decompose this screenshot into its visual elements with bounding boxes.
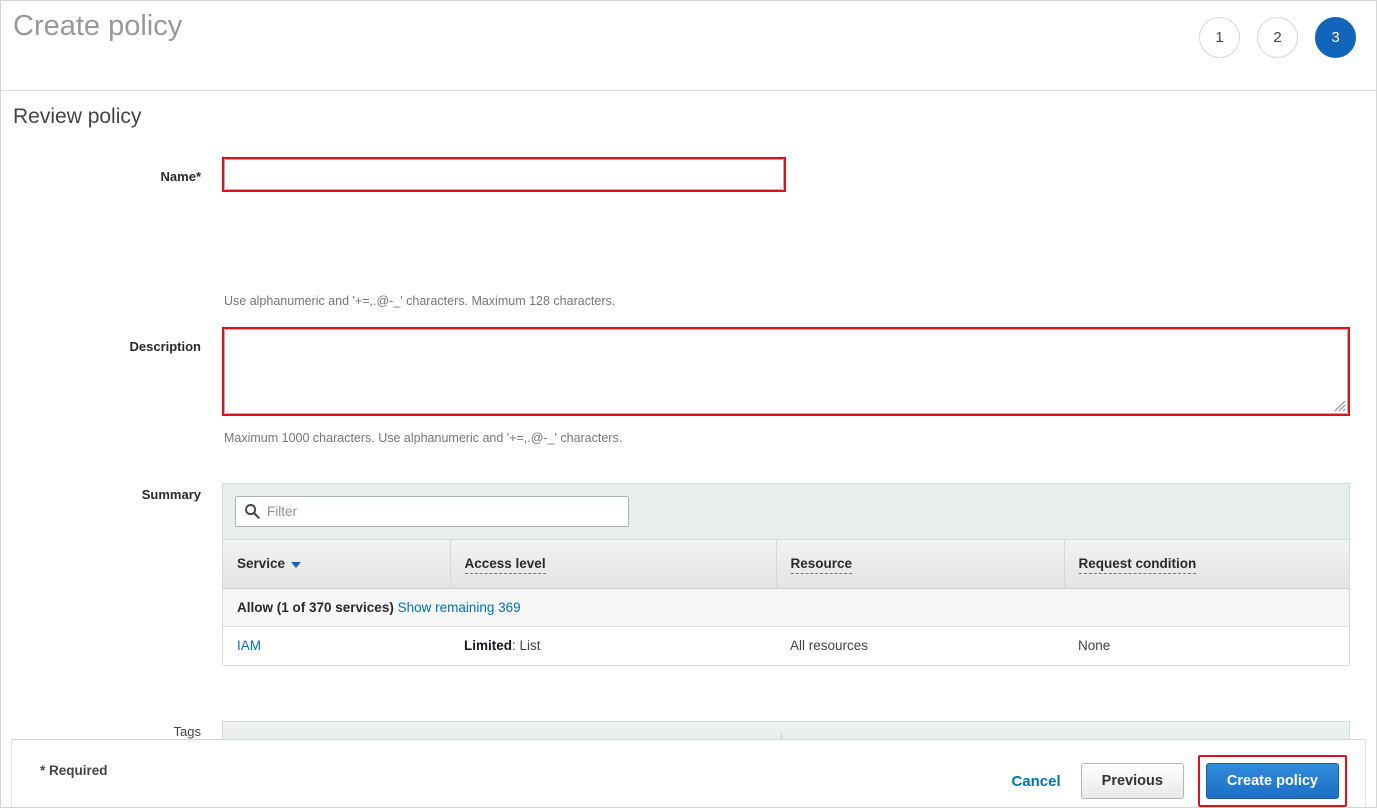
step-2[interactable]: 2 — [1257, 17, 1298, 58]
access-level-prefix: Limited — [464, 638, 513, 653]
access-level-value: : List — [512, 638, 541, 653]
description-textarea[interactable] — [224, 329, 1348, 414]
step-indicator: 1 2 3 — [1199, 17, 1356, 58]
step-3-label: 3 — [1331, 29, 1340, 46]
cell-service: IAM — [223, 626, 450, 666]
column-header-request-condition-label: Request condition — [1078, 556, 1197, 575]
section-title: Review policy — [13, 105, 142, 128]
column-header-resource[interactable]: Resource — [776, 540, 1065, 589]
cancel-button[interactable]: Cancel — [1005, 773, 1066, 790]
previous-button[interactable]: Previous — [1080, 763, 1184, 799]
page-footer: * Required Cancel Previous Create policy — [11, 739, 1366, 807]
column-header-service-label: Service — [237, 556, 286, 572]
sort-descending-icon[interactable] — [291, 561, 302, 568]
step-2-label: 2 — [1273, 29, 1282, 46]
summary-group-text: Allow (1 of 370 services) — [237, 599, 394, 615]
column-header-resource-label: Resource — [790, 556, 853, 575]
page-header: Create policy 1 2 3 — [1, 1, 1376, 91]
summary-filter-bar — [223, 484, 1349, 540]
filter-input[interactable] — [235, 496, 629, 527]
create-policy-page: Create policy 1 2 3 Review policy Name* … — [0, 0, 1377, 808]
tags-label: Tags — [173, 724, 201, 739]
cell-access-level: Limited: List — [450, 626, 776, 666]
footer-actions: Cancel Previous Create policy — [1005, 755, 1347, 807]
step-1-label: 1 — [1215, 29, 1224, 46]
page-title: Create policy — [13, 10, 183, 42]
column-header-request-condition[interactable]: Request condition — [1064, 540, 1349, 589]
cell-resource: All resources — [776, 626, 1064, 666]
description-helper-text: Maximum 1000 characters. Use alphanumeri… — [224, 431, 623, 445]
summary-header-row: Service Access level Resource Request co… — [223, 540, 1349, 589]
create-policy-highlight-box: Create policy — [1197, 755, 1347, 807]
summary-label: Summary — [141, 487, 201, 502]
service-link-iam[interactable]: IAM — [237, 638, 261, 653]
column-header-access-level-label: Access level — [464, 556, 546, 575]
step-3[interactable]: 3 — [1315, 17, 1356, 58]
step-1[interactable]: 1 — [1199, 17, 1240, 58]
show-remaining-link[interactable]: Show remaining 369 — [398, 600, 521, 615]
filter-input-wrap — [235, 496, 629, 527]
table-row: IAM Limited: List All resources None — [223, 626, 1349, 666]
description-label: Description — [129, 339, 201, 354]
summary-panel: Service Access level Resource Request co… — [222, 483, 1350, 666]
create-policy-button[interactable]: Create policy — [1205, 763, 1339, 799]
required-note: * Required — [40, 763, 108, 778]
name-helper-text: Use alphanumeric and '+=,.@-_' character… — [224, 294, 616, 308]
summary-group-cell: Allow (1 of 370 services) Show remaining… — [223, 588, 1349, 627]
search-icon — [245, 504, 260, 519]
column-header-service[interactable]: Service — [223, 540, 451, 589]
name-label: Name* — [160, 169, 201, 184]
page-content: Review policy Name* Use alphanumeric and… — [1, 91, 1376, 807]
name-input[interactable] — [224, 159, 784, 190]
summary-group-row: Allow (1 of 370 services) Show remaining… — [223, 588, 1349, 627]
summary-table: Service Access level Resource Request co… — [223, 540, 1349, 666]
cell-request-condition: None — [1064, 626, 1349, 666]
column-header-access-level[interactable]: Access level — [450, 540, 777, 589]
